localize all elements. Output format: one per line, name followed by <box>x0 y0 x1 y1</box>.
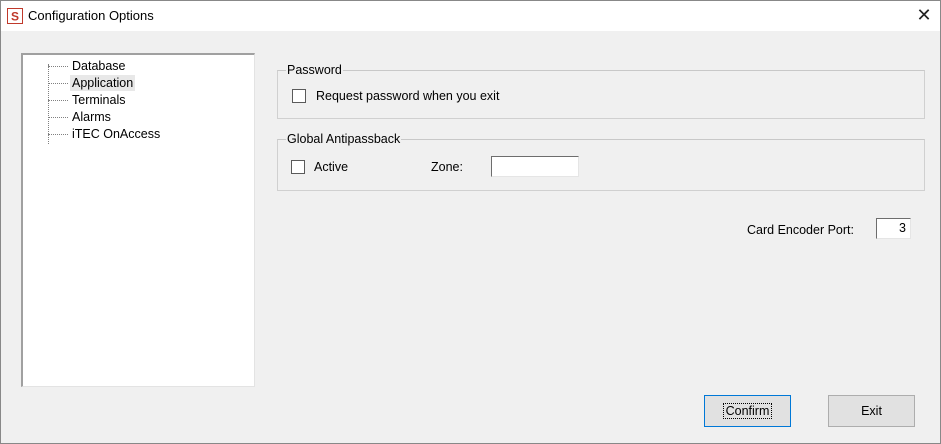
exit-button[interactable]: Exit <box>828 395 915 427</box>
active-checkbox[interactable] <box>291 160 305 174</box>
zone-input[interactable] <box>491 156 579 177</box>
s-logo-icon: S <box>7 8 23 24</box>
password-group-legend: Password <box>287 63 342 77</box>
tree-item-label: Database <box>72 59 126 73</box>
tree-item-label: Alarms <box>72 110 111 124</box>
card-encoder-port-label: Card Encoder Port: <box>747 223 854 237</box>
title-bar: S Configuration Options ✕ <box>1 1 940 31</box>
tree-item-label: Terminals <box>72 93 126 107</box>
svg-text:S: S <box>11 10 19 24</box>
antipassback-group-legend: Global Antipassback <box>287 132 401 146</box>
window-title: Configuration Options <box>28 8 154 23</box>
tree-item-label: iTEC OnAccess <box>72 127 161 141</box>
request-password-checkbox[interactable] <box>292 89 306 103</box>
zone-label: Zone: <box>431 160 463 174</box>
active-label[interactable]: Active <box>314 159 348 175</box>
confirm-button[interactable]: Confirm <box>704 395 791 427</box>
tree-item-label: Application <box>70 75 136 91</box>
global-antipassback-group: Global Antipassback <box>277 132 925 191</box>
configuration-window: S Configuration Options ✕ Database Appli… <box>0 0 941 444</box>
request-password-label[interactable]: Request password when you exit <box>316 88 499 104</box>
card-encoder-port-input[interactable]: 3 <box>876 218 911 239</box>
close-icon[interactable]: ✕ <box>914 4 934 26</box>
options-tree[interactable]: Database Application Terminals Alarms iT… <box>21 53 255 387</box>
confirm-button-label: Confirm <box>722 403 773 419</box>
tree-connector <box>48 64 49 144</box>
